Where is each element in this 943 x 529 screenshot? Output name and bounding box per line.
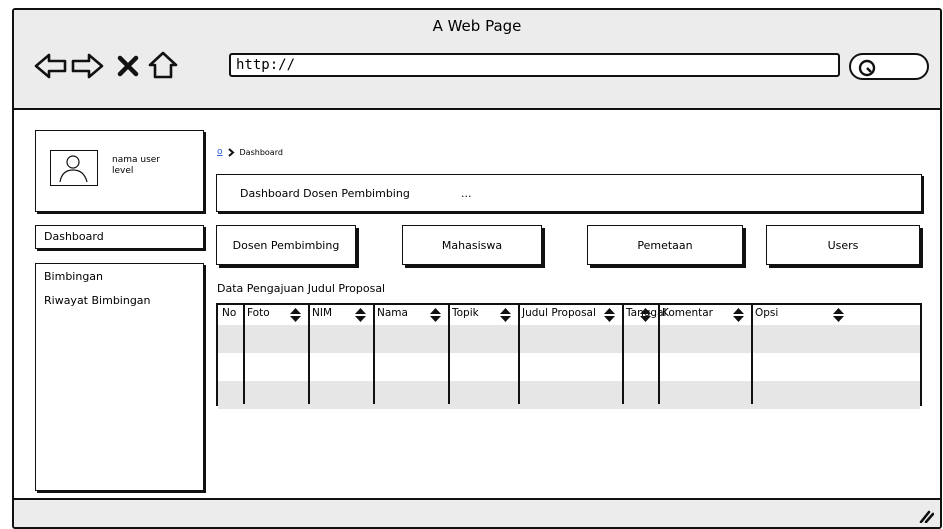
column-header[interactable]: Topik [452, 307, 479, 319]
table-title: Data Pengajuan Judul Proposal [217, 282, 386, 295]
user-profile-card: nama user level [35, 130, 204, 212]
sort-icon[interactable] [355, 308, 366, 322]
forward-arrow-icon[interactable] [70, 52, 104, 80]
column-divider [622, 305, 624, 404]
breadcrumb-current: Dashboard [239, 147, 283, 157]
breadcrumb: o Dashboard [217, 147, 283, 157]
status-bar [14, 498, 940, 527]
resize-grip-icon[interactable] [918, 509, 934, 523]
page-title-suffix: ... [461, 187, 472, 200]
sort-icon[interactable] [500, 308, 511, 322]
column-header[interactable]: Foto [247, 307, 270, 319]
sort-icon[interactable] [430, 308, 441, 322]
tab-users[interactable]: Users [766, 225, 920, 265]
breadcrumb-home-link[interactable]: o [217, 147, 223, 157]
sidebar-item-bimbingan[interactable]: Bimbingan [44, 270, 103, 283]
sort-icon[interactable] [833, 308, 844, 322]
table-row[interactable] [218, 353, 920, 381]
tab-pemetaan[interactable]: Pemetaan [587, 225, 743, 265]
sidebar-menu: Bimbingan Riwayat Bimbingan [35, 263, 204, 491]
browser-toolbar: A Web Page http:// [14, 10, 940, 110]
sort-icon[interactable] [733, 308, 744, 322]
sidebar-item-dashboard[interactable]: Dashboard [35, 225, 204, 249]
column-header[interactable]: Komentar [662, 307, 713, 319]
column-divider [373, 305, 375, 404]
home-icon[interactable] [147, 50, 179, 80]
column-divider [658, 305, 660, 404]
table-header: NoFotoNIMNamaTopikJudul ProposalTanggalK… [218, 305, 920, 325]
column-divider [751, 305, 753, 404]
tab-dosen-pembimbing[interactable]: Dosen Pembimbing [216, 225, 356, 265]
browser-window: A Web Page http:// nama user level Dashb… [12, 8, 942, 529]
proposal-table: NoFotoNIMNamaTopikJudul ProposalTanggalK… [216, 303, 922, 409]
search-icon [858, 59, 876, 77]
profile-level: level [112, 166, 134, 176]
column-header[interactable]: Judul Proposal [522, 307, 596, 319]
column-divider [243, 305, 245, 404]
column-divider [518, 305, 520, 404]
column-header[interactable]: Nama [377, 307, 408, 319]
tab-mahasiswa[interactable]: Mahasiswa [402, 225, 542, 265]
sort-icon[interactable] [640, 308, 651, 322]
table-row[interactable] [218, 325, 920, 353]
window-title: A Web Page [432, 17, 522, 35]
close-x-icon[interactable] [117, 55, 139, 77]
profile-username: nama user [112, 155, 160, 165]
column-header[interactable]: Opsi [755, 307, 778, 319]
user-avatar-icon [59, 155, 88, 183]
sort-icon[interactable] [290, 308, 301, 322]
column-header[interactable]: NIM [312, 307, 332, 319]
column-divider [448, 305, 450, 404]
url-input[interactable]: http:// [229, 53, 840, 77]
column-header[interactable]: No [222, 307, 236, 319]
column-divider [308, 305, 310, 404]
sidebar-item-label: Dashboard [44, 230, 104, 243]
avatar [50, 150, 98, 186]
page-title: Dashboard Dosen Pembimbing [240, 187, 410, 200]
browser-search-button[interactable] [849, 53, 929, 80]
table-row[interactable] [218, 381, 920, 409]
sort-icon[interactable] [604, 308, 615, 322]
profile-text: nama user level [112, 155, 160, 177]
sidebar-item-riwayat-bimbingan[interactable]: Riwayat Bimbingan [44, 294, 151, 307]
url-text: http:// [236, 57, 296, 73]
back-arrow-icon[interactable] [34, 52, 68, 80]
page-heading-bar: Dashboard Dosen Pembimbing ... [216, 174, 922, 212]
chevron-right-icon [227, 147, 235, 157]
